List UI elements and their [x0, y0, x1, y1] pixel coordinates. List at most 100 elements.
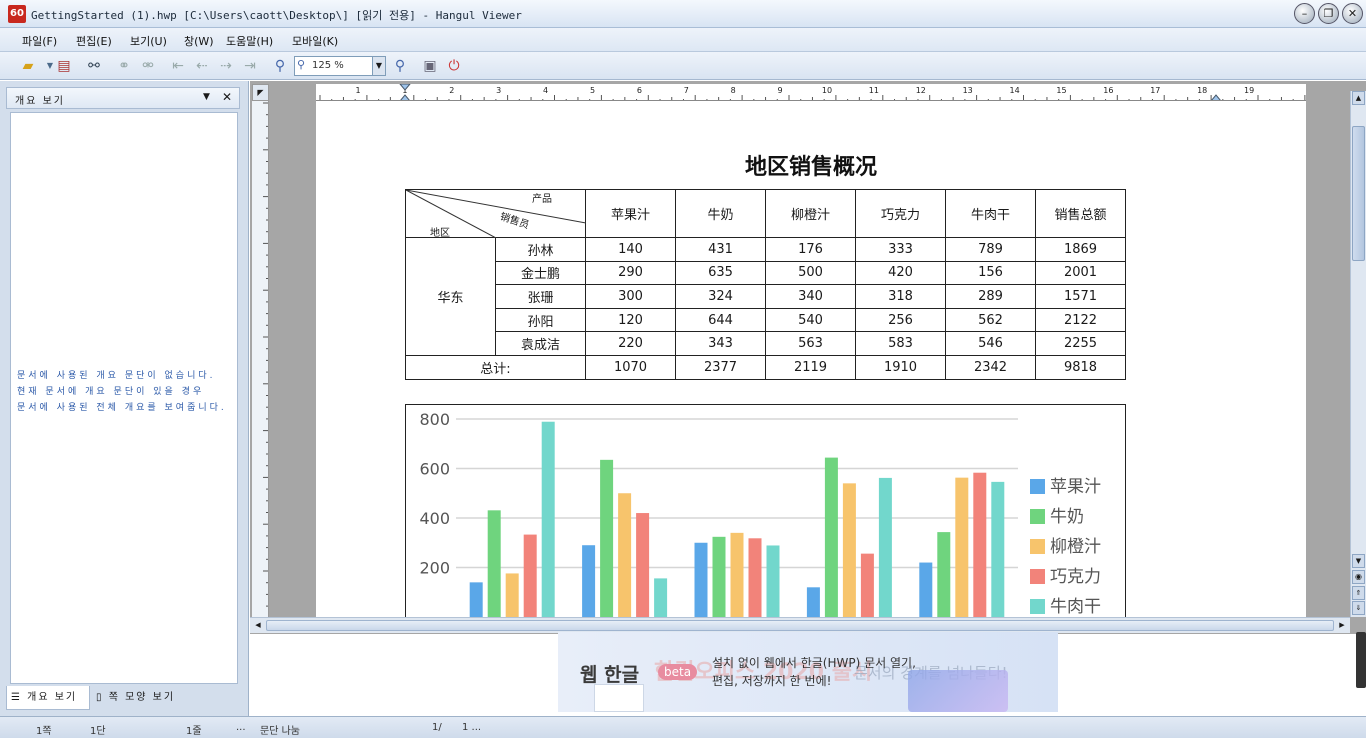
prev-page-icon[interactable]: ⇠: [192, 56, 212, 76]
status-bar: 1쪽 1단 1줄 ... 문단 나눔 1/ 1 ...: [0, 716, 1366, 738]
diag-region-label: 地区: [430, 228, 450, 239]
screen-icon[interactable]: ▣: [420, 56, 440, 76]
scroll-down-icon[interactable]: ▼: [1352, 554, 1365, 568]
total-label: 总计:: [405, 354, 586, 380]
scroll-right-icon[interactable]: ▶: [1336, 619, 1348, 632]
bar: [654, 578, 668, 617]
bar: [878, 477, 892, 617]
next-page-icon[interactable]: ⇓: [1352, 601, 1365, 615]
zoom-value: 125 %: [312, 60, 344, 71]
horizontal-ruler[interactable]: 112345678910111213141516171819: [316, 84, 1306, 101]
salesperson-cell: 孙阳: [495, 307, 586, 333]
col-header: 销售总额: [1035, 189, 1126, 238]
value-cell: 333: [855, 237, 946, 262]
panel-menu-icon[interactable]: ▼: [203, 92, 210, 102]
value-cell: 420: [855, 260, 946, 286]
y-tick-label: 400: [419, 509, 450, 528]
zoom-select[interactable]: ⚲ 125 % ▼: [294, 56, 386, 76]
zoom-in-icon[interactable]: ⚲: [390, 56, 410, 76]
value-cell: 2122: [1035, 307, 1126, 333]
print-icon[interactable]: ▤: [54, 56, 74, 76]
table-row: 袁成洁 220 343 563 583 546 2255: [406, 331, 1126, 356]
value-cell: 431: [675, 237, 766, 262]
legend-swatch: [1030, 509, 1045, 524]
total-cell: 2342: [945, 354, 1036, 380]
app-icon[interactable]: 60: [8, 5, 26, 23]
value-cell: 290: [585, 260, 676, 286]
status-line: 1줄: [186, 726, 202, 737]
scroll-thumb[interactable]: [266, 620, 1334, 631]
ruler-label: 18: [1197, 86, 1207, 95]
menu-view[interactable]: 보기(U): [130, 33, 167, 49]
bar: [748, 538, 762, 617]
tab-page-view[interactable]: ▯ 쪽 모양 보기: [92, 686, 202, 710]
close-button[interactable]: ✕: [1342, 3, 1363, 24]
zoom-fit-icon[interactable]: ⚲: [270, 56, 290, 76]
tab-label: 개요 보기: [27, 692, 78, 703]
unlink-icon[interactable]: ⚮: [138, 56, 158, 76]
page-icon: ▯: [96, 692, 104, 703]
scroll-up-icon[interactable]: ▲: [1352, 91, 1365, 105]
menu-file[interactable]: 파일(F): [22, 33, 57, 49]
next-page-icon[interactable]: ⇢: [216, 56, 236, 76]
scroll-thumb[interactable]: [1352, 126, 1365, 261]
bar: [523, 534, 537, 617]
message-line: 현재 문서에 개요 문단이 있을 경우: [17, 387, 205, 397]
chevron-down-icon[interactable]: ▼: [372, 57, 385, 75]
value-cell: 583: [855, 331, 946, 356]
menu-mobile[interactable]: 모바일(K): [292, 33, 338, 49]
outline-list[interactable]: 문서에 사용된 개요 문단이 없습니다. 현재 문서에 개요 문단이 있을 경우…: [10, 112, 238, 684]
menu-edit[interactable]: 편집(E): [76, 33, 112, 49]
value-cell: 500: [765, 260, 856, 286]
ruler-label: 14: [1010, 86, 1020, 95]
total-cell: 1070: [585, 354, 676, 380]
bar: [824, 457, 838, 617]
col-header: 牛肉干: [945, 189, 1036, 238]
link-icon[interactable]: ⚭: [114, 56, 134, 76]
salesperson-cell: 袁成洁: [495, 331, 586, 356]
ruler-corner[interactable]: ◤: [252, 84, 269, 101]
horizontal-scrollbar[interactable]: ◀ ▶: [250, 617, 1350, 633]
find-icon[interactable]: ⚯: [84, 56, 104, 76]
minimize-button[interactable]: –: [1294, 3, 1315, 24]
menu-window[interactable]: 창(W): [184, 33, 214, 49]
status-mode: 문단 나눔: [260, 726, 300, 737]
prev-page-icon[interactable]: ⇑: [1352, 586, 1365, 600]
salesperson-cell: 金士鹏: [495, 260, 586, 286]
document-page[interactable]: 地区销售概况 产品 销售员 地区 苹果汁 牛奶 柳橙汁 巧克力 牛肉干 销售总额…: [316, 101, 1306, 617]
outline-empty-message: 문서에 사용된 개요 문단이 없습니다. 현재 문서에 개요 문단이 있을 경우…: [17, 368, 231, 416]
legend-swatch: [1030, 539, 1045, 554]
chart-svg: 800 600 400 200 苹果汁牛奶柳橙汁巧克力牛肉干: [419, 410, 1101, 617]
menu-bar: 파일(F) 편집(E) 보기(U) 창(W) 도움말(H) 모바일(K): [0, 28, 1366, 52]
exit-icon[interactable]: ⏻: [444, 56, 464, 76]
bar: [712, 536, 726, 617]
side-indicator: [1356, 632, 1366, 688]
legend-label: 巧克力: [1050, 567, 1101, 587]
status-column: ...: [236, 722, 246, 733]
value-cell: 644: [675, 307, 766, 333]
message-line: 문서에 사용된 전체 개요를 보여줍니다.: [17, 403, 227, 413]
restore-button[interactable]: ❐: [1318, 3, 1339, 24]
scroll-left-icon[interactable]: ◀: [252, 619, 264, 632]
menu-help[interactable]: 도움말(H): [226, 33, 273, 49]
sales-chart[interactable]: 800 600 400 200 苹果汁 牛奶 柳橙汁 巧克力 牛肉干: [405, 404, 1126, 617]
outline-panel-tabs: ☰ 개요 보기 ▯ 쪽 모양 보기: [6, 686, 240, 710]
tab-outline-view[interactable]: ☰ 개요 보기: [6, 686, 90, 710]
vertical-ruler[interactable]: [252, 101, 269, 617]
bar: [973, 472, 987, 617]
value-cell: 1571: [1035, 284, 1126, 309]
first-page-icon[interactable]: ⇤: [168, 56, 188, 76]
open-folder-icon[interactable]: ▰: [18, 56, 38, 76]
value-cell: 176: [765, 237, 856, 262]
last-page-icon[interactable]: ⇥: [240, 56, 260, 76]
salesperson-cell: 张珊: [495, 284, 586, 309]
bar: [955, 477, 969, 617]
col-header: 巧克力: [855, 189, 946, 238]
salesperson-cell: 孙林: [495, 237, 586, 262]
ad-banner[interactable]: 한컴오피스 2020 출시 문서의 경계를 넘나들다! 웹 한글 beta 설치…: [558, 632, 1058, 712]
value-cell: 789: [945, 237, 1036, 262]
page-select-icon[interactable]: ◉: [1352, 570, 1365, 584]
vertical-scrollbar[interactable]: ▲ ▼ ◉ ⇑ ⇓: [1350, 91, 1366, 617]
close-icon[interactable]: ✕: [222, 90, 232, 104]
value-cell: 340: [765, 284, 856, 309]
